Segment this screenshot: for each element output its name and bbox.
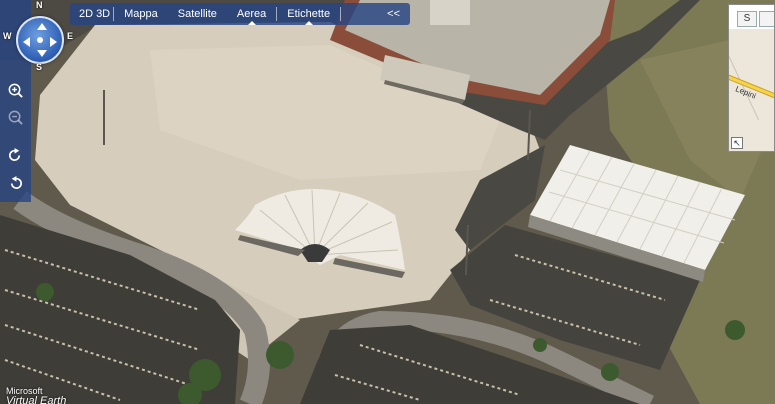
rotate-right-icon[interactable] <box>5 145 26 166</box>
pan-north-icon[interactable] <box>37 23 47 30</box>
map-labels-label: Etichette <box>287 8 331 20</box>
map-style-satellite-label: Satellite <box>177 8 217 20</box>
map-style-aerial-button[interactable]: Aerea <box>227 3 276 25</box>
compass-pan-control[interactable] <box>16 16 64 64</box>
expand-arrow-icon[interactable]: ↖ <box>731 137 743 149</box>
collapse-toolbar-button[interactable]: << <box>377 3 410 25</box>
mode-3d-button[interactable]: 3D <box>96 3 113 25</box>
map-style-toolbar: 2D 3D Mappa Satellite Aerea Etichette << <box>70 3 410 25</box>
compass-south-label: S <box>36 62 43 72</box>
compass-west-label: W <box>3 31 12 41</box>
pan-east-icon[interactable] <box>50 37 57 47</box>
map-labels-button[interactable]: Etichette <box>277 3 340 25</box>
rotate-left-icon[interactable] <box>5 173 26 194</box>
mode-2d-button[interactable]: 2D <box>70 3 96 25</box>
minimap-tab-s[interactable]: S <box>737 11 757 27</box>
aerial-map-viewport[interactable]: 2D 3D Mappa Satellite Aerea Etichette <<… <box>0 0 775 404</box>
zoom-out-icon[interactable] <box>5 107 26 128</box>
pan-west-icon[interactable] <box>23 37 30 47</box>
minimap-map[interactable]: Lepini <box>729 29 774 151</box>
microsoft-virtual-earth-logo: Microsoft Virtual Earth <box>6 386 66 404</box>
compass-east-label: E <box>67 31 74 41</box>
compass-north-label: N <box>36 0 43 10</box>
compass-hub <box>37 37 43 43</box>
zoom-in-icon[interactable] <box>5 80 26 101</box>
aerial-imagery <box>0 0 775 404</box>
map-style-road-button[interactable]: Mappa <box>114 3 168 25</box>
caret-up-icon <box>304 21 313 25</box>
caret-up-icon <box>247 21 256 25</box>
pan-south-icon[interactable] <box>37 50 47 57</box>
logo-line-2: Virtual Earth <box>6 395 67 404</box>
map-style-satellite-button[interactable]: Satellite <box>168 3 227 25</box>
toolbar-divider <box>340 7 342 21</box>
map-style-aerial-label: Aerea <box>236 8 267 20</box>
minimap-tab-secondary[interactable] <box>759 11 774 27</box>
overview-minimap[interactable]: S Lepini ↖ <box>728 4 775 152</box>
map-style-road-label: Mappa <box>124 8 158 20</box>
